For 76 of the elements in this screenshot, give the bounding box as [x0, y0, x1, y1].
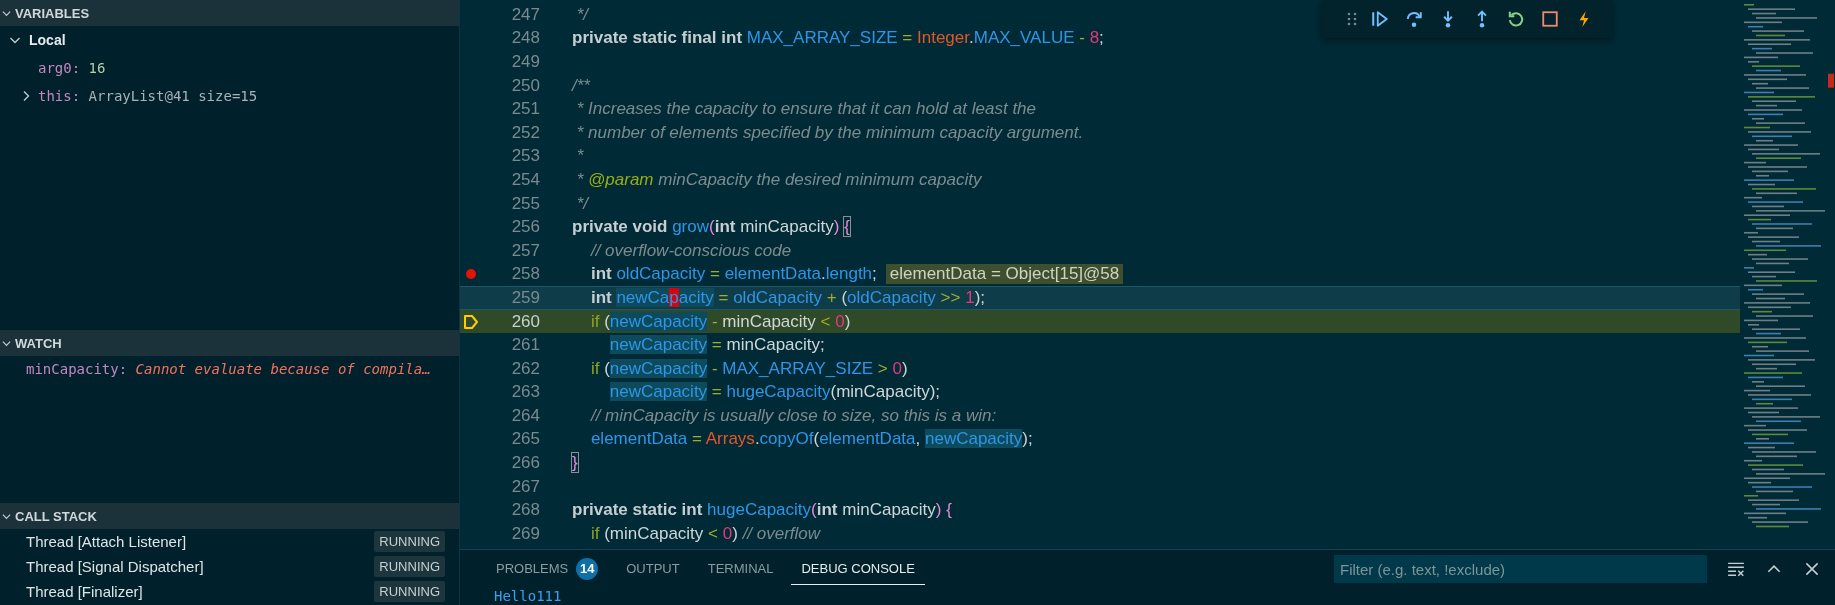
line-number: 260: [510, 311, 541, 332]
section-title: VARIABLES: [15, 5, 90, 21]
restart-icon[interactable]: [1507, 10, 1525, 28]
variable-entry[interactable]: arg0: 16: [38, 60, 106, 76]
line-number: 254: [510, 169, 541, 190]
line-number: 249: [510, 52, 541, 72]
line-number: 257: [510, 240, 541, 261]
code-line: * number of elements specified by the minimum capacity argument.: [575, 122, 1084, 143]
section-header[interactable]: WATCH: [0, 330, 459, 356]
line-number: 258: [510, 264, 541, 285]
scope-label[interactable]: Local: [29, 32, 66, 48]
status-badge: RUNNING: [374, 556, 445, 577]
code-line: private static final int MAX_ARRAY_SIZE = Integer.MAX_VALUE - 8;: [572, 28, 1104, 49]
panel-tab[interactable]: TERMINAL: [697, 553, 784, 585]
line-number: 256: [510, 217, 541, 238]
line-number: 252: [510, 122, 541, 143]
panel-tab[interactable]: PROBLEMS 14: [486, 549, 609, 589]
line-number: 248: [510, 28, 541, 49]
code-line: * Increases the capacity to ensure that it can hold at least the: [575, 99, 1036, 120]
variable-entry[interactable]: this: ArrayList@41 size=15: [38, 88, 258, 104]
thread-item[interactable]: Thread [Attach Listener]: [26, 533, 187, 550]
code-line: */: [575, 193, 589, 214]
line-number: 268: [510, 500, 541, 521]
line-number: 262: [510, 358, 541, 379]
section-header[interactable]: VARIABLES: [0, 0, 459, 26]
line-number: 251: [510, 99, 541, 120]
line-number: 267: [510, 476, 541, 497]
code-line: elementData = Arrays.copyOf(elementData, newCapacity);: [589, 429, 1033, 450]
code-line: newCapacity = hugeCapacity(minCapacity);: [608, 382, 941, 403]
thread-item[interactable]: Thread [Finalizer]: [26, 583, 143, 600]
stop-icon[interactable]: [1541, 10, 1559, 28]
breakpoint-icon[interactable]: [466, 269, 476, 280]
section-header[interactable]: CALL STACK: [0, 503, 459, 529]
line-number: 259: [510, 287, 541, 308]
code-line: newCapacity = minCapacity;: [608, 335, 825, 356]
code-line: /**: [572, 75, 590, 96]
line-number: 255: [510, 193, 541, 214]
status-badge: RUNNING: [374, 581, 445, 602]
code-line: int newCapacity = oldCapacity + (oldCapacity >> 1);: [589, 287, 986, 308]
clear-console-icon[interactable]: [1727, 560, 1745, 578]
panel-tab[interactable]: DEBUG CONSOLE: [791, 553, 925, 585]
code-line: }: [572, 453, 578, 474]
line-number: 247: [510, 4, 541, 25]
code-line: * @param minCapacity the desired minimum capacity: [575, 169, 982, 190]
continue-icon[interactable]: [1371, 10, 1389, 28]
code-line: if (newCapacity - MAX_ARRAY_SIZE > 0): [589, 358, 908, 379]
filter-field[interactable]: Filter (e.g. text, !exclude): [1334, 555, 1707, 583]
code-line: // minCapacity is usually close to size, so this is a win:: [589, 405, 997, 426]
line-number: 264: [510, 405, 541, 426]
panel-tab[interactable]: OUTPUT: [616, 553, 690, 585]
code-line: private void grow(int minCapacity) {: [572, 217, 850, 238]
code-line: */: [575, 4, 589, 25]
line-number: 253: [510, 146, 541, 167]
code-line: if (newCapacity - minCapacity < 0): [589, 311, 851, 332]
code-line: // overflow-conscious code: [589, 240, 792, 261]
watch-expression[interactable]: minCapacity: Cannot evaluate because of compila…: [26, 361, 431, 377]
count-badge: 14: [576, 557, 599, 580]
code-line: private static int hugeCapacity(int minCapacity) {: [572, 500, 952, 521]
section-title: CALL STACK: [15, 508, 97, 524]
code-line: *: [575, 146, 584, 167]
thread-item[interactable]: Thread [Signal Dispatcher]: [26, 558, 204, 575]
line-number: 269: [510, 523, 541, 544]
status-badge: RUNNING: [374, 531, 445, 552]
step-over-icon[interactable]: [1405, 10, 1423, 28]
line-number: 250: [510, 75, 541, 96]
line-number: 261: [510, 335, 541, 356]
console-output: Hello111: [493, 588, 563, 604]
line-number: 265: [510, 429, 541, 450]
code-line: if (minCapacity < 0) // overflow: [589, 523, 821, 544]
current-line-arrow-icon: [463, 313, 479, 330]
line-number: 263: [510, 382, 541, 403]
inline-value: elementData = Object[15]@58: [885, 264, 1124, 285]
code-line: int oldCapacity = elementData.length;: [589, 264, 877, 285]
section-title: WATCH: [15, 335, 62, 351]
close-icon[interactable]: [1803, 560, 1821, 578]
line-number: 266: [510, 453, 541, 474]
